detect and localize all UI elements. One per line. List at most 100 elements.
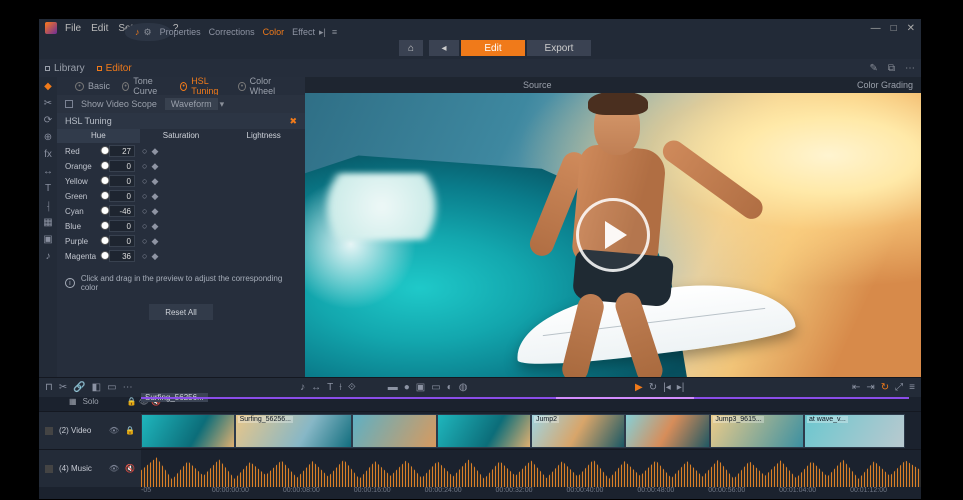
editor-tab[interactable]: Editor bbox=[97, 63, 132, 74]
tl-clip-icon[interactable]: ▣ bbox=[416, 382, 425, 393]
hsl-reset-icon[interactable]: ○ bbox=[142, 176, 147, 187]
tl-in-icon[interactable]: ⇤ bbox=[852, 382, 860, 393]
close-button[interactable]: ✕ bbox=[907, 23, 915, 34]
hsl-reset-icon[interactable]: ○ bbox=[142, 251, 147, 262]
menu-edit[interactable]: Edit bbox=[91, 23, 108, 34]
reset-all-button[interactable]: Reset All bbox=[149, 304, 213, 320]
menu-file[interactable]: File bbox=[65, 23, 81, 34]
text-tool-icon[interactable]: T bbox=[42, 182, 54, 194]
hsl-keyframe-icon[interactable]: ◆ bbox=[151, 251, 158, 262]
tl-3d-icon[interactable]: ◍ bbox=[459, 382, 468, 393]
hsl-value-input[interactable]: 0 bbox=[109, 175, 135, 187]
tl-slip-icon[interactable]: ↔ bbox=[311, 382, 321, 393]
hsl-value-input[interactable]: 27 bbox=[109, 145, 135, 157]
hsl-value-input[interactable]: -46 bbox=[109, 205, 135, 217]
video-clip[interactable]: at wave_v... bbox=[804, 414, 905, 448]
video-track-body[interactable]: Surfing_56256... Jump2 Jump3_9615...at wav… bbox=[141, 412, 921, 449]
preview-canvas[interactable] bbox=[305, 93, 921, 377]
globe-tool-icon[interactable]: ⊕ bbox=[42, 131, 54, 143]
minimize-button[interactable]: — bbox=[871, 23, 881, 34]
track-toggle-icon[interactable] bbox=[45, 465, 53, 473]
hsl-tab-hue[interactable]: Hue bbox=[57, 129, 140, 143]
transition-tool-icon[interactable]: ↔ bbox=[42, 165, 54, 177]
music-track-header[interactable]: (4) Music 👁 🔇 bbox=[39, 450, 141, 487]
panel-close-icon[interactable]: ✖ bbox=[289, 116, 297, 127]
tl-scissors-icon[interactable]: ✂ bbox=[59, 382, 67, 393]
hsl-tab-saturation[interactable]: Saturation bbox=[140, 129, 223, 143]
tl-fade-icon[interactable]: ◐ bbox=[447, 382, 453, 393]
hsl-value-input[interactable]: 0 bbox=[109, 190, 135, 202]
hsl-reset-icon[interactable]: ○ bbox=[142, 191, 147, 202]
video-clip[interactable] bbox=[437, 414, 531, 448]
hsl-reset-icon[interactable]: ○ bbox=[142, 236, 147, 247]
split-tool-icon[interactable]: ⸡ bbox=[42, 199, 54, 211]
subtab-hsl-tuning[interactable]: •HSL Tuning bbox=[180, 76, 226, 96]
video-clip[interactable] bbox=[352, 414, 438, 448]
tl-loop-icon[interactable]: ↻ bbox=[649, 382, 657, 393]
tl-record-icon[interactable]: ● bbox=[404, 382, 410, 393]
track-eye-icon[interactable]: 👁 bbox=[109, 464, 119, 473]
edit-tab[interactable]: Edit bbox=[461, 40, 525, 56]
tl-fit-icon[interactable]: ⤢ bbox=[895, 382, 903, 393]
video-clip[interactable] bbox=[625, 414, 711, 448]
grid-tool-icon[interactable]: ▦ bbox=[42, 216, 54, 228]
tl-more-icon[interactable]: ⋯ bbox=[123, 382, 133, 393]
crop-tool-icon[interactable]: ✂ bbox=[42, 97, 54, 109]
video-clip[interactable] bbox=[141, 414, 235, 448]
video-clip[interactable]: Jump3_9615... bbox=[710, 414, 804, 448]
source-tab[interactable]: Source bbox=[523, 80, 552, 90]
tl-step-back-icon[interactable]: |◂ bbox=[663, 382, 671, 393]
tl-razor-icon[interactable]: ⟊ bbox=[339, 382, 342, 393]
mask-tool-icon[interactable]: ▣ bbox=[42, 233, 54, 245]
export-tab[interactable]: Export bbox=[527, 40, 591, 56]
tl-step-fwd-icon[interactable]: ▸| bbox=[677, 382, 685, 393]
tl-group-icon[interactable]: ▭ bbox=[107, 382, 116, 393]
hsl-reset-icon[interactable]: ○ bbox=[142, 161, 147, 172]
crumb-prev-icon[interactable]: ▸| bbox=[319, 27, 326, 38]
library-tab[interactable]: Library bbox=[45, 63, 85, 74]
color-tool-icon[interactable]: ◆ bbox=[42, 80, 54, 92]
hsl-reset-icon[interactable]: ○ bbox=[142, 146, 147, 157]
hsl-keyframe-icon[interactable]: ◆ bbox=[151, 191, 158, 202]
subtab-color-wheel[interactable]: •Color Wheel bbox=[238, 76, 287, 96]
pencil-icon[interactable]: ✎ bbox=[869, 63, 877, 74]
subtab-basic[interactable]: •Basic bbox=[75, 81, 110, 91]
tl-magnet-icon[interactable]: ⊓ bbox=[45, 382, 53, 393]
subtab-tone-curve[interactable]: •Tone Curve bbox=[122, 76, 168, 96]
tl-menu-icon[interactable]: ≡ bbox=[909, 382, 915, 393]
crumb-corrections[interactable]: Corrections bbox=[209, 27, 255, 37]
hsl-reset-icon[interactable]: ○ bbox=[142, 221, 147, 232]
play-button[interactable] bbox=[576, 198, 650, 272]
tl-text-icon[interactable]: T bbox=[327, 382, 333, 393]
audio-waveform[interactable] bbox=[141, 450, 921, 487]
maximize-button[interactable]: □ bbox=[891, 23, 897, 34]
hsl-value-input[interactable]: 0 bbox=[109, 220, 135, 232]
timeline-ruler[interactable]: ▦Solo🔒 👁 🔇 Surfing_56256... bbox=[39, 397, 921, 411]
scope-select[interactable]: Waveform bbox=[165, 98, 218, 110]
crumb-color[interactable]: Color bbox=[263, 27, 285, 37]
scope-checkbox[interactable] bbox=[65, 100, 73, 108]
hsl-keyframe-icon[interactable]: ◆ bbox=[151, 236, 158, 247]
tl-delete-icon[interactable]: ▬ bbox=[388, 382, 398, 393]
track-lock-icon[interactable]: 🔒 bbox=[125, 426, 135, 435]
hsl-value-input[interactable]: 0 bbox=[109, 235, 135, 247]
hsl-keyframe-icon[interactable]: ◆ bbox=[151, 206, 158, 217]
hsl-keyframe-icon[interactable]: ◆ bbox=[151, 146, 158, 157]
video-track-header[interactable]: (2) Video 👁 🔒 bbox=[39, 412, 141, 449]
hsl-tab-lightness[interactable]: Lightness bbox=[222, 129, 305, 143]
crumb-properties[interactable]: Properties bbox=[160, 27, 201, 37]
hsl-keyframe-icon[interactable]: ◆ bbox=[151, 176, 158, 187]
tl-volume-icon[interactable]: ♪ bbox=[300, 382, 305, 393]
video-clip[interactable]: Surfing_56256... bbox=[235, 414, 352, 448]
video-clip[interactable]: Jump2 bbox=[531, 414, 625, 448]
hsl-reset-icon[interactable]: ○ bbox=[142, 206, 147, 217]
scope-dropdown-icon[interactable]: ▾ bbox=[220, 99, 225, 110]
ruler-range-marker[interactable] bbox=[141, 397, 909, 399]
tl-out-icon[interactable]: ⇥ bbox=[866, 382, 874, 393]
music-track-body[interactable] bbox=[141, 450, 921, 487]
tl-mon-icon[interactable]: ▭ bbox=[431, 382, 440, 393]
popout-icon[interactable]: ⧉ bbox=[888, 63, 895, 74]
hsl-keyframe-icon[interactable]: ◆ bbox=[151, 161, 158, 172]
crumb-effect[interactable]: Effect bbox=[292, 27, 315, 37]
track-eye-icon[interactable]: 👁 bbox=[109, 426, 119, 435]
